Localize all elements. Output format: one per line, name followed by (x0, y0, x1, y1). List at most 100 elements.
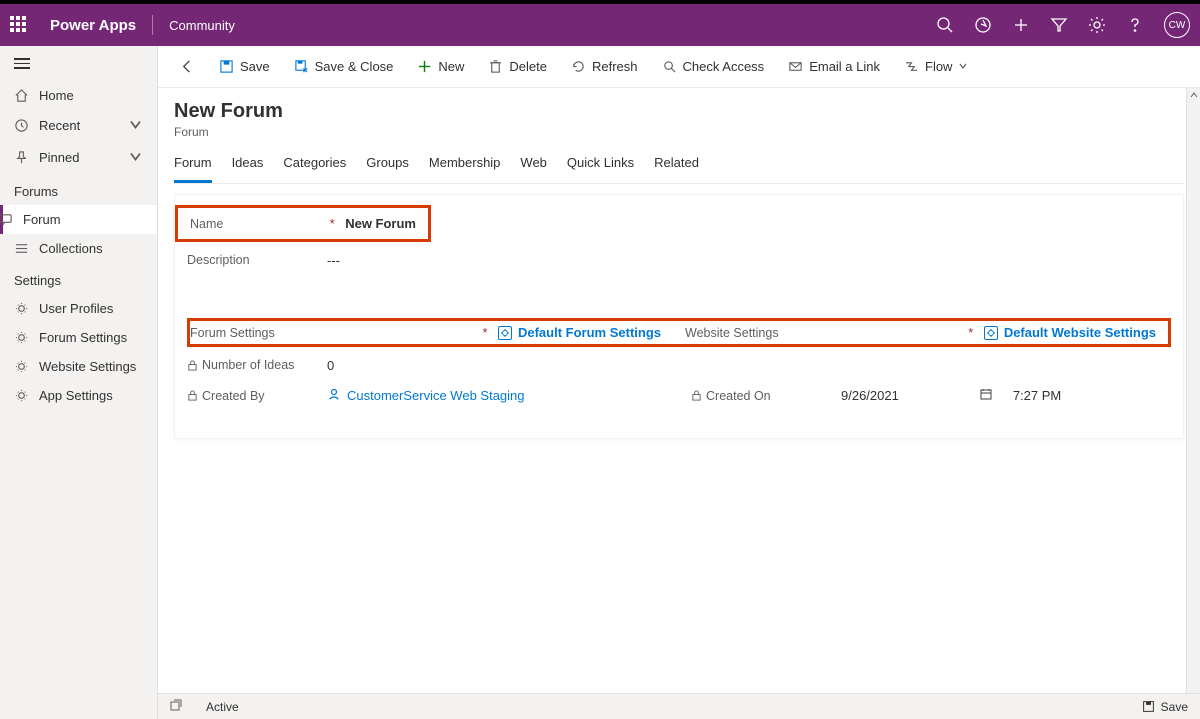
field-label: Number of Ideas (187, 358, 317, 372)
form-tabs: Forum Ideas Categories Groups Membership… (174, 149, 1184, 184)
command-bar: Save Save & Close New Delete Refresh Che… (158, 46, 1200, 88)
nav-section-settings: Settings (0, 263, 157, 294)
nav-recent[interactable]: Recent (0, 110, 157, 142)
flow-button[interactable]: Flow (894, 53, 978, 80)
app-launcher-icon[interactable] (10, 16, 28, 34)
field-number-ideas: Number of Ideas 0 (175, 347, 1183, 383)
field-value-lookup[interactable]: Default Website Settings (984, 325, 1156, 340)
chevron-down-icon (128, 149, 143, 167)
check-access-button[interactable]: Check Access (652, 53, 775, 80)
field-value: 0 (327, 358, 334, 373)
site-map: Home Recent Pinned Forums Forum Collecti… (0, 46, 158, 719)
field-label: Name (190, 217, 320, 231)
target-icon[interactable] (974, 16, 992, 34)
gear-icon[interactable] (1088, 16, 1106, 34)
delete-button[interactable]: Delete (478, 53, 557, 80)
user-avatar[interactable]: CW (1164, 12, 1190, 38)
field-label: Forum Settings (190, 326, 320, 340)
tab-ideas[interactable]: Ideas (232, 149, 264, 183)
save-close-button[interactable]: Save & Close (284, 53, 404, 80)
tab-groups[interactable]: Groups (366, 149, 409, 183)
field-created-on: Created On 9/26/2021 7:27 PM (679, 383, 1183, 408)
hamburger-icon[interactable] (0, 46, 157, 81)
nav-label: Pinned (39, 150, 79, 165)
field-description[interactable]: Description --- (175, 242, 1183, 278)
email-link-button[interactable]: Email a Link (778, 53, 890, 80)
nav-label: Forum (23, 212, 61, 227)
cmd-label: Refresh (592, 59, 638, 74)
lock-icon (187, 390, 198, 401)
tab-web[interactable]: Web (520, 149, 547, 183)
footer-save-button[interactable]: Save (1142, 700, 1188, 714)
popup-icon[interactable] (170, 699, 182, 714)
cmd-label: Save (240, 59, 270, 74)
save-button[interactable]: Save (209, 53, 280, 80)
back-button[interactable] (170, 53, 205, 80)
form-section: Name * New Forum Description --- Forum S… (174, 194, 1184, 439)
field-website-settings[interactable]: Website Settings * Default Website Setti… (673, 321, 1168, 344)
brand-name: Power Apps (50, 17, 136, 34)
nav-forum[interactable]: Forum (0, 205, 157, 234)
lookup-icon (498, 326, 512, 340)
divider (152, 15, 153, 35)
help-icon[interactable] (1126, 16, 1144, 34)
scrollbar[interactable] (1186, 88, 1200, 719)
app-header: Power Apps Community CW (0, 4, 1200, 46)
nav-label: App Settings (39, 388, 113, 403)
nav-label: Website Settings (39, 359, 136, 374)
required-indicator: * (327, 216, 337, 231)
lock-icon (187, 360, 198, 371)
nav-label: Forum Settings (39, 330, 127, 345)
tab-forum[interactable]: Forum (174, 149, 212, 183)
search-icon[interactable] (936, 16, 954, 34)
cmd-label: Email a Link (809, 59, 880, 74)
person-icon (327, 387, 341, 404)
cmd-label: Check Access (683, 59, 765, 74)
calendar-icon[interactable] (979, 387, 993, 404)
tab-related[interactable]: Related (654, 149, 699, 183)
cmd-label: New (438, 59, 464, 74)
field-forum-settings[interactable]: Forum Settings * Default Forum Settings (190, 321, 673, 344)
nav-collections[interactable]: Collections (0, 234, 157, 263)
footer-save-label: Save (1161, 700, 1188, 714)
nav-home[interactable]: Home (0, 81, 157, 110)
field-value-lookup[interactable]: CustomerService Web Staging (327, 387, 525, 404)
nav-label: Collections (39, 241, 103, 256)
field-value-lookup[interactable]: Default Forum Settings (498, 325, 661, 340)
required-indicator: * (966, 325, 976, 340)
cmd-label: Save & Close (315, 59, 394, 74)
app-name[interactable]: Community (169, 18, 235, 33)
lookup-icon (984, 326, 998, 340)
nav-section-forums: Forums (0, 174, 157, 205)
cmd-label: Flow (925, 59, 952, 74)
nav-user-profiles[interactable]: User Profiles (0, 294, 157, 323)
nav-app-settings[interactable]: App Settings (0, 381, 157, 410)
nav-forum-settings[interactable]: Forum Settings (0, 323, 157, 352)
chevron-down-icon (958, 59, 968, 74)
filter-icon[interactable] (1050, 16, 1068, 34)
page-title: New Forum (174, 100, 1184, 123)
nav-label: Recent (39, 118, 80, 133)
plus-icon[interactable] (1012, 16, 1030, 34)
status-bar: Active Save (158, 693, 1200, 719)
field-value: New Forum (345, 216, 416, 231)
field-value-time: 7:27 PM (1013, 388, 1061, 403)
field-label: Created On (691, 389, 821, 403)
tab-categories[interactable]: Categories (283, 149, 346, 183)
field-name[interactable]: Name * New Forum (175, 205, 431, 242)
tab-membership[interactable]: Membership (429, 149, 501, 183)
cmd-label: Delete (509, 59, 547, 74)
nav-label: Home (39, 88, 74, 103)
status-text: Active (206, 700, 239, 714)
nav-website-settings[interactable]: Website Settings (0, 352, 157, 381)
field-created-by: Created By CustomerService Web Staging (175, 383, 679, 408)
chevron-down-icon (128, 117, 143, 135)
field-label: Website Settings (685, 326, 815, 340)
new-button[interactable]: New (407, 53, 474, 80)
refresh-button[interactable]: Refresh (561, 53, 648, 80)
required-indicator: * (480, 325, 490, 340)
field-label: Description (187, 253, 327, 267)
nav-pinned[interactable]: Pinned (0, 142, 157, 174)
field-value: --- (327, 253, 340, 268)
tab-quick-links[interactable]: Quick Links (567, 149, 634, 183)
